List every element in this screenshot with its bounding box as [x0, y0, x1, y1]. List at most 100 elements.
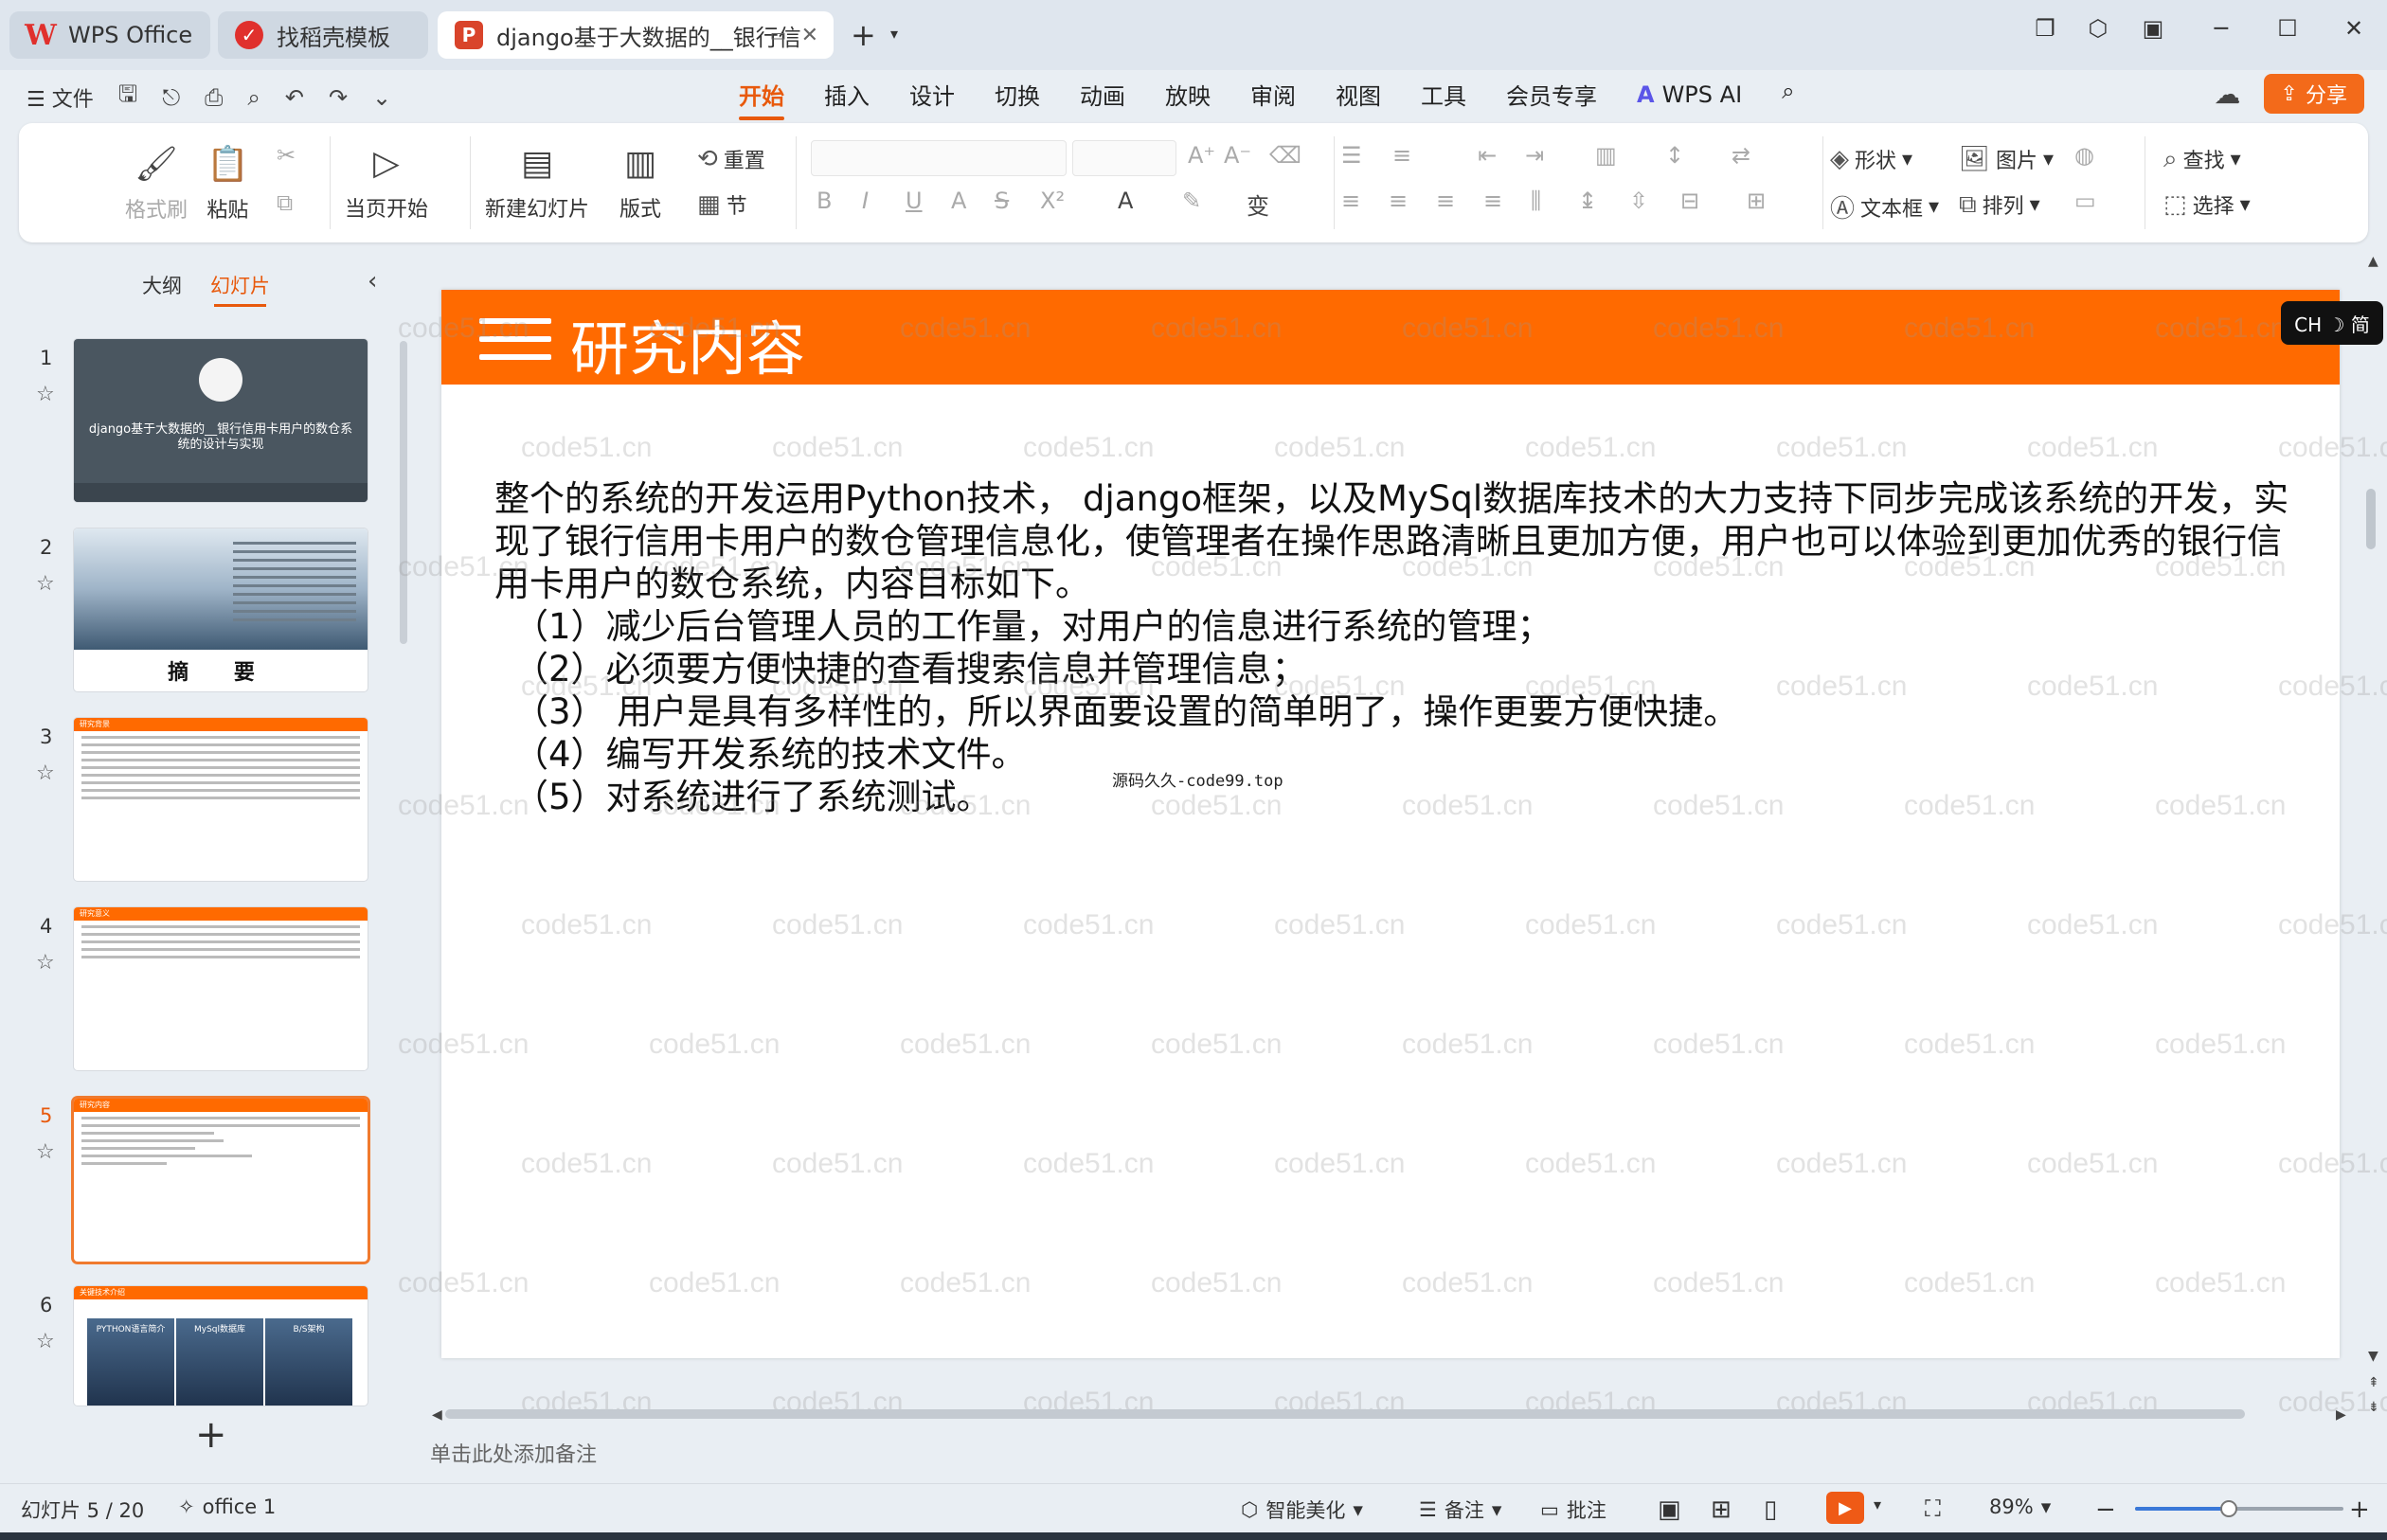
align-right-icon[interactable]: ≡	[1436, 188, 1455, 214]
star-icon[interactable]: ☆	[36, 951, 55, 975]
line-spacing-icon[interactable]: ↨	[1578, 188, 1597, 214]
format-painter-button[interactable]: 🖌 格式刷	[125, 144, 188, 224]
avatar[interactable]: ▣	[2137, 15, 2169, 42]
align-center-icon[interactable]: ≡	[1389, 188, 1408, 214]
tab-tools[interactable]: 工具	[1421, 78, 1466, 116]
cloud-icon[interactable]: ☁	[2215, 79, 2241, 110]
zoom-slider-knob[interactable]	[2220, 1500, 2237, 1517]
section-button[interactable]: ▦ 节	[697, 189, 747, 220]
close-window-icon[interactable]: ✕	[2338, 15, 2370, 42]
star-icon[interactable]: ☆	[36, 383, 55, 406]
tab-home[interactable]: 开始	[739, 78, 784, 120]
search-icon[interactable]: ⌕	[1782, 78, 1794, 116]
tab-member[interactable]: 会员专享	[1506, 78, 1597, 116]
decrease-font-icon[interactable]: A⁻	[1224, 142, 1251, 169]
tab-insert[interactable]: 插入	[824, 78, 870, 116]
notes-button[interactable]: ☰ 备注 ▾	[1419, 1495, 1501, 1524]
bold-icon[interactable]: B	[817, 188, 832, 214]
copy-icon[interactable]: ⧉	[277, 189, 293, 216]
notes-input[interactable]: 单击此处添加备注	[430, 1438, 597, 1468]
save-icon[interactable]: 🖫	[118, 78, 137, 116]
select-button[interactable]: ⬚ 选择 ▾	[2163, 189, 2251, 220]
new-slide-button[interactable]: ▤ 新建幻灯片	[485, 144, 589, 223]
print-preview-icon[interactable]: ⌕	[247, 84, 260, 111]
tab-list-chevron-icon[interactable]: ▾	[890, 25, 898, 43]
maximize-icon[interactable]: ☐	[2271, 15, 2304, 42]
phonetic-icon[interactable]: 变	[1247, 188, 1269, 221]
star-icon[interactable]: ☆	[36, 761, 55, 785]
new-tab-icon[interactable]: +	[851, 17, 876, 53]
bullets-icon[interactable]: ☰	[1341, 142, 1362, 169]
superscript-icon[interactable]: X²	[1040, 188, 1065, 214]
layout-button[interactable]: ▥ 版式	[619, 144, 661, 223]
tab-slideshow[interactable]: 放映	[1165, 78, 1211, 116]
strikethrough-icon[interactable]: S	[995, 188, 1009, 214]
file-menu[interactable]: ☰ 文件	[27, 82, 94, 113]
convert-icon[interactable]: ⇄	[1732, 142, 1750, 169]
tab-slides[interactable]: 幻灯片	[210, 271, 270, 307]
zoom-out-icon[interactable]: −	[2095, 1495, 2116, 1524]
cube-icon[interactable]: ⬡	[2082, 15, 2114, 42]
ime-indicator[interactable]: CH ☽ 简	[2281, 301, 2383, 345]
shadow-icon[interactable]: A	[951, 188, 966, 214]
tab-template[interactable]: ✓ 找稻壳模板	[218, 11, 428, 59]
paste-button[interactable]: 📋 粘贴	[206, 144, 249, 224]
arrange-button[interactable]: ⧉ 排列 ▾	[1959, 189, 2040, 220]
justify-icon[interactable]: ≡	[1483, 188, 1502, 214]
tab-wps-ai[interactable]: A WPS AI	[1637, 78, 1742, 116]
numbering-icon[interactable]: ≡	[1392, 142, 1411, 169]
underline-icon[interactable]: U	[906, 188, 923, 214]
slide-thumbnail-2[interactable]: 摘 要	[74, 528, 368, 691]
reset-button[interactable]: ⟲ 重置	[697, 144, 765, 174]
zoom-level[interactable]: 89% ▾	[1989, 1495, 2051, 1518]
picture-button[interactable]: 🖼 图片 ▾	[1959, 144, 2054, 174]
fill-icon[interactable]: ◍	[2074, 142, 2094, 169]
align-left-icon[interactable]: ≡	[1341, 188, 1360, 214]
theme-indicator[interactable]: ✧ office 1	[178, 1495, 276, 1518]
next-slide-icon[interactable]: ⇟	[2368, 1400, 2379, 1415]
zoom-slider[interactable]	[2135, 1500, 2343, 1517]
redo-icon[interactable]: ↷	[329, 84, 348, 111]
more-chevron-icon[interactable]: ⌄	[372, 84, 391, 111]
italic-icon[interactable]: I	[862, 188, 869, 214]
textbox-button[interactable]: Ⓐ 文本框 ▾	[1830, 189, 1939, 224]
scroll-left-icon[interactable]: ◀	[432, 1407, 442, 1423]
distribute-icon[interactable]: ⫼	[1531, 188, 1541, 214]
slide-canvas[interactable]: 研究内容 整个的系统的开发运用Python技术， django框架，以及MySq…	[441, 290, 2340, 1358]
scroll-down-icon[interactable]: ▼	[2368, 1349, 2378, 1364]
horizontal-scrollbar[interactable]	[445, 1409, 2245, 1419]
play-from-current-button[interactable]: ▷ 当页开始	[345, 144, 428, 223]
star-icon[interactable]: ☆	[36, 572, 55, 596]
output-icon[interactable]: ⎋	[162, 84, 180, 111]
paragraph-icon[interactable]: ⊞	[1747, 188, 1766, 214]
font-family-select[interactable]	[811, 140, 1067, 176]
slide-thumbnail-1[interactable]: django基于大数据的__银行信用卡用户的数仓系统的设计与实现	[74, 339, 368, 502]
decrease-indent-icon[interactable]: ⇤	[1478, 142, 1497, 169]
shape-button[interactable]: ◈ 形状 ▾	[1830, 144, 1912, 174]
slide-thumbnail-4[interactable]: 研究意义	[74, 907, 368, 1070]
increase-indent-icon[interactable]: ⇥	[1525, 142, 1544, 169]
tab-animations[interactable]: 动画	[1080, 78, 1125, 116]
restore-layout-icon[interactable]: ❐	[2029, 15, 2061, 42]
fit-window-icon[interactable]: ⛶	[1925, 1495, 1941, 1522]
tab-document[interactable]: P django基于大数据的__银行信 ▭ ✕	[438, 11, 834, 59]
reading-view-icon[interactable]: ▯	[1764, 1495, 1777, 1524]
add-slide-icon[interactable]: +	[195, 1413, 227, 1457]
star-icon[interactable]: ☆	[36, 1140, 55, 1164]
font-size-select[interactable]	[1072, 140, 1176, 176]
slide-thumbnail-6[interactable]: 关键技术介绍 PYTHON语言简介 MySql数据库 B/S架构	[74, 1286, 368, 1406]
scroll-up-icon[interactable]: ▲	[2368, 254, 2378, 269]
collapse-panel-icon[interactable]: ‹	[368, 267, 377, 295]
star-icon[interactable]: ☆	[36, 1330, 55, 1353]
play-options-chevron-icon[interactable]: ▾	[1874, 1495, 1881, 1513]
close-tab-icon[interactable]: ✕	[801, 24, 818, 47]
increase-font-icon[interactable]: A⁺	[1188, 142, 1215, 169]
vertical-align-icon[interactable]: ⊟	[1680, 188, 1699, 214]
clear-format-icon[interactable]: ⌫	[1269, 142, 1301, 169]
share-button[interactable]: ⇪ 分享	[2263, 74, 2364, 114]
paragraph-spacing-icon[interactable]: ⇳	[1629, 188, 1648, 214]
beautify-button[interactable]: ⬡ 智能美化 ▾	[1241, 1495, 1363, 1524]
font-color-icon[interactable]: A	[1118, 188, 1133, 214]
slide-thumbnail-3[interactable]: 研究背景	[74, 718, 368, 881]
find-button[interactable]: ⌕ 查找 ▾	[2163, 144, 2241, 174]
